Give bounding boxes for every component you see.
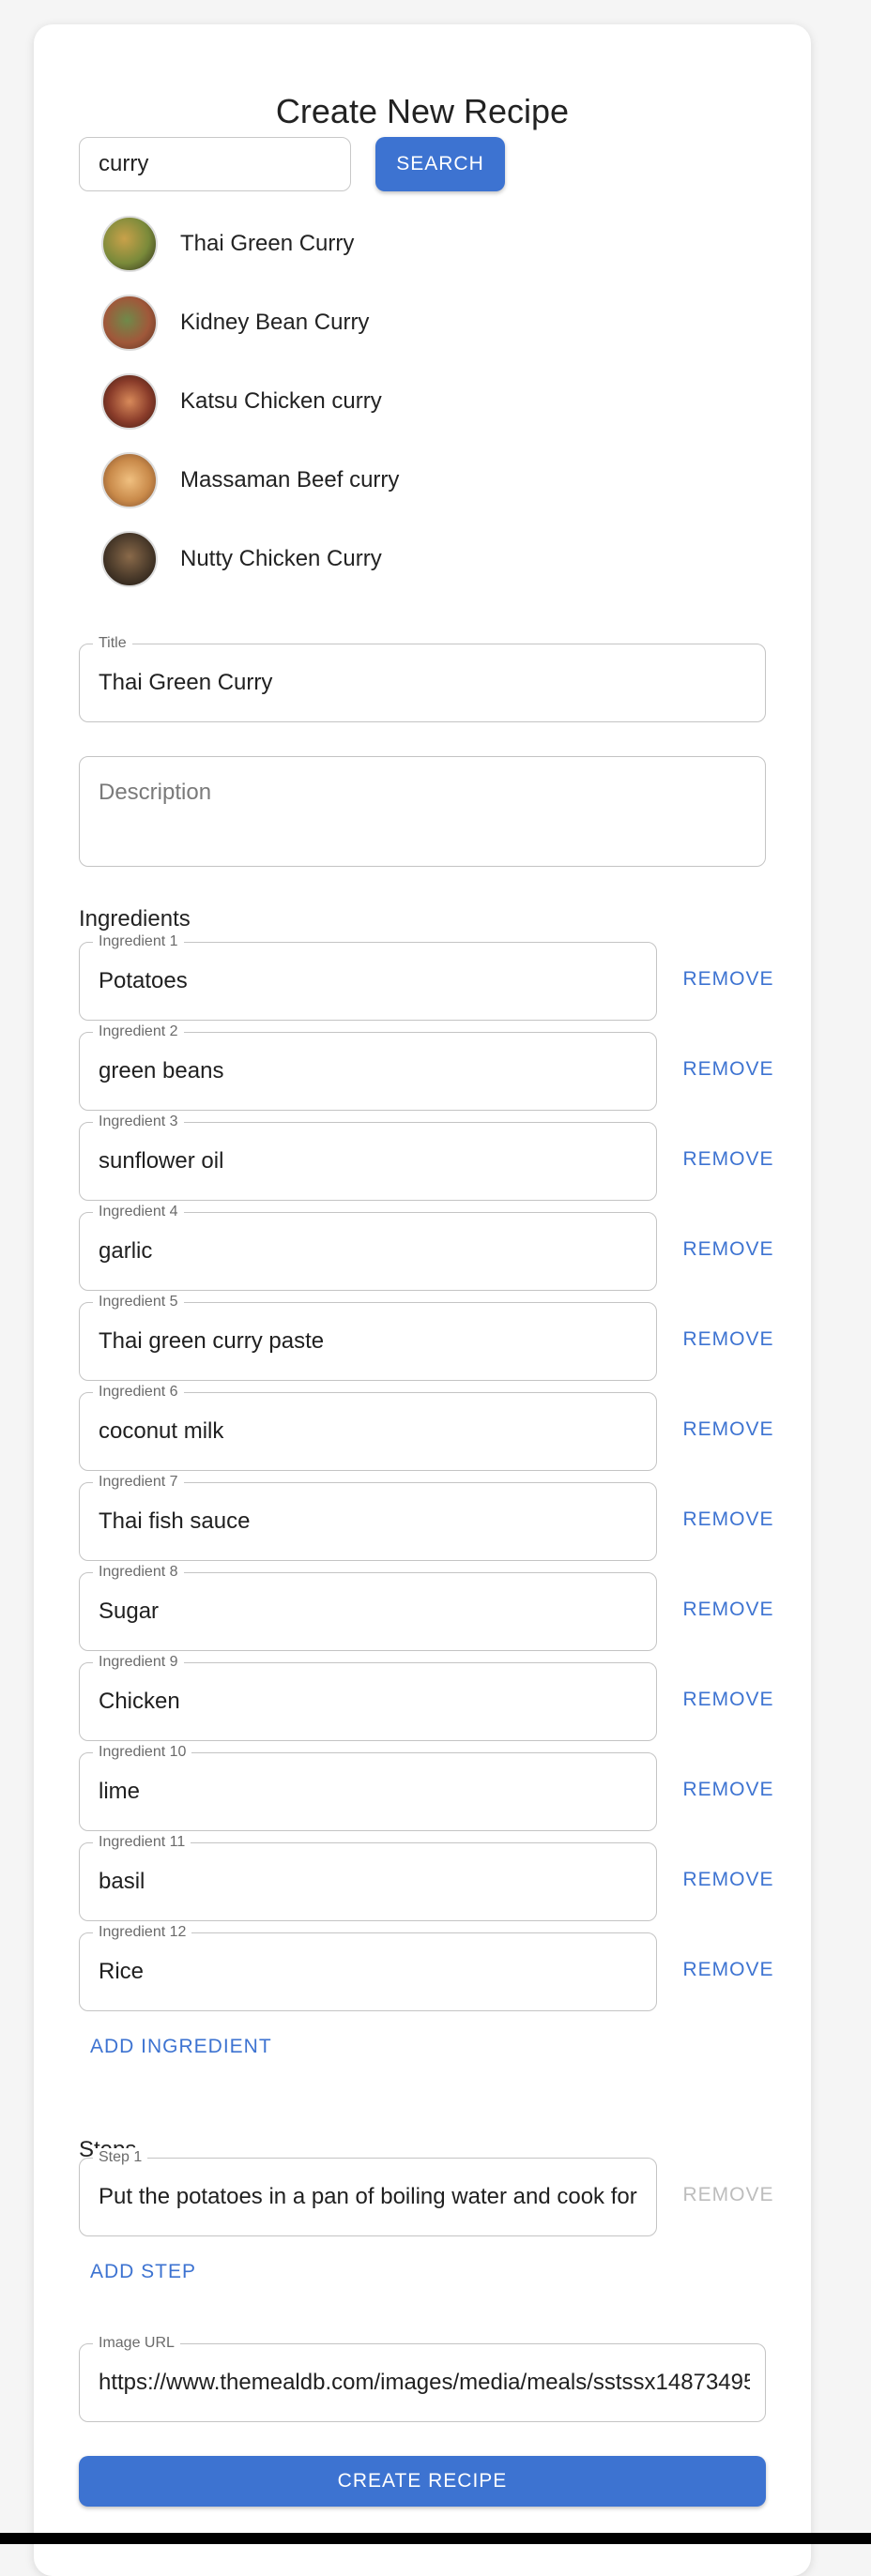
- ingredient-field[interactable]: Ingredient 9 Chicken: [79, 1653, 657, 1741]
- ingredient-field-value: Rice: [99, 1959, 145, 1984]
- recipe-thumbnail: [101, 216, 158, 272]
- ingredient-field-label: Ingredient 10: [93, 1743, 192, 1762]
- add-ingredient-button[interactable]: ADD INGREDIENT: [90, 2036, 272, 2058]
- ingredient-field[interactable]: Ingredient 1 Potatoes: [79, 932, 657, 1021]
- ingredient-field[interactable]: Ingredient 11 basil: [79, 1833, 657, 1921]
- page-title: Create New Recipe: [275, 92, 570, 130]
- ingredient-field[interactable]: Ingredient 3 sunflower oil: [79, 1113, 657, 1201]
- step-field-label: Step 1: [93, 2148, 148, 2167]
- remove-ingredient-button[interactable]: REMOVE: [672, 1418, 785, 1441]
- description-field[interactable]: Description: [79, 756, 766, 867]
- search-result-label: Thai Green Curry: [180, 231, 355, 256]
- ingredient-field-label: Ingredient 9: [93, 1653, 184, 1672]
- step-field[interactable]: Step 1 Put the potatoes in a pan of boil…: [79, 2148, 657, 2236]
- title-field-value: Thai Green Curry: [99, 670, 273, 695]
- ingredient-field[interactable]: Ingredient 4 garlic: [79, 1203, 657, 1291]
- search-result-item[interactable]: Thai Green Curry: [101, 215, 571, 273]
- remove-ingredient-button[interactable]: REMOVE: [672, 1148, 785, 1171]
- add-step-button[interactable]: ADD STEP: [90, 2261, 196, 2283]
- ingredient-field-label: Ingredient 2: [93, 1023, 184, 1041]
- ingredient-field-label: Ingredient 8: [93, 1563, 184, 1582]
- remove-ingredient-button[interactable]: REMOVE: [672, 1689, 785, 1711]
- ingredient-field-value: Thai green curry paste: [99, 1328, 325, 1354]
- ingredient-field[interactable]: Ingredient 12 Rice: [79, 1923, 657, 2011]
- image-url-field-label: Image URL: [93, 2334, 180, 2353]
- search-input[interactable]: [79, 137, 351, 191]
- create-recipe-button[interactable]: CREATE RECIPE: [79, 2456, 766, 2507]
- recipe-thumbnail: [101, 373, 158, 430]
- ingredient-field-label: Ingredient 3: [93, 1113, 184, 1131]
- ingredient-field-value: green beans: [99, 1058, 224, 1083]
- remove-ingredient-button[interactable]: REMOVE: [672, 1869, 785, 1891]
- search-button[interactable]: SEARCH: [375, 137, 505, 191]
- ingredient-field-value: Thai fish sauce: [99, 1508, 251, 1534]
- ingredient-field-value: Sugar: [99, 1599, 160, 1624]
- remove-ingredient-button[interactable]: REMOVE: [672, 1328, 785, 1351]
- search-result-item[interactable]: Massaman Beef curry: [101, 451, 571, 509]
- ingredients-heading: Ingredients: [79, 906, 191, 932]
- ingredient-field-value: basil: [99, 1869, 145, 1894]
- ingredient-field-label: Ingredient 12: [93, 1923, 192, 1942]
- remove-ingredient-button[interactable]: REMOVE: [672, 1508, 785, 1531]
- step-field-value: Put the potatoes in a pan of boiling wat…: [99, 2184, 641, 2209]
- ingredient-field-label: Ingredient 4: [93, 1203, 184, 1221]
- remove-ingredient-button[interactable]: REMOVE: [672, 968, 785, 991]
- remove-ingredient-button[interactable]: REMOVE: [672, 1058, 785, 1081]
- search-result-label: Kidney Bean Curry: [180, 310, 370, 335]
- ingredient-field-label: Ingredient 7: [93, 1473, 184, 1492]
- ingredient-field-value: Potatoes: [99, 968, 188, 993]
- ingredient-field-value: lime: [99, 1779, 141, 1804]
- ingredient-field-value: sunflower oil: [99, 1148, 224, 1174]
- search-result-item[interactable]: Nutty Chicken Curry: [101, 530, 571, 588]
- remove-ingredient-button[interactable]: REMOVE: [672, 1959, 785, 1981]
- ingredient-field[interactable]: Ingredient 5 Thai green curry paste: [79, 1293, 657, 1381]
- description-placeholder: Description: [99, 780, 212, 805]
- search-result-item[interactable]: Katsu Chicken curry: [101, 372, 571, 431]
- ingredient-field[interactable]: Ingredient 10 lime: [79, 1743, 657, 1831]
- ingredient-field-value: garlic: [99, 1238, 153, 1264]
- image-url-field-value: https://www.themealdb.com/images/media/m…: [99, 2370, 750, 2395]
- ingredient-field-label: Ingredient 11: [93, 1833, 191, 1852]
- ingredient-field-value: Chicken: [99, 1689, 180, 1714]
- remove-ingredient-button[interactable]: REMOVE: [672, 1599, 785, 1621]
- recipe-thumbnail: [101, 452, 158, 508]
- search-result-label: Katsu Chicken curry: [180, 388, 382, 414]
- recipe-form-card: Create New Recipe SEARCH Thai Green Curr…: [34, 24, 811, 2576]
- recipe-thumbnail: [101, 295, 158, 351]
- search-result-item[interactable]: Kidney Bean Curry: [101, 294, 571, 352]
- search-result-label: Nutty Chicken Curry: [180, 546, 382, 571]
- image-url-field[interactable]: Image URL https://www.themealdb.com/imag…: [79, 2334, 766, 2422]
- bottom-edge-bar: [0, 2533, 871, 2544]
- ingredient-field-label: Ingredient 5: [93, 1293, 184, 1311]
- ingredient-field-value: coconut milk: [99, 1418, 224, 1444]
- title-field[interactable]: Title Thai Green Curry: [79, 634, 766, 722]
- ingredient-field-label: Ingredient 1: [93, 932, 184, 951]
- recipe-thumbnail: [101, 531, 158, 587]
- ingredient-field[interactable]: Ingredient 8 Sugar: [79, 1563, 657, 1651]
- ingredient-field[interactable]: Ingredient 2 green beans: [79, 1023, 657, 1111]
- remove-ingredient-button[interactable]: REMOVE: [672, 1238, 785, 1261]
- remove-step-button[interactable]: REMOVE: [672, 2184, 785, 2206]
- ingredient-field[interactable]: Ingredient 7 Thai fish sauce: [79, 1473, 657, 1561]
- ingredient-field-label: Ingredient 6: [93, 1383, 184, 1402]
- title-field-label: Title: [93, 634, 132, 653]
- ingredient-field[interactable]: Ingredient 6 coconut milk: [79, 1383, 657, 1471]
- search-result-label: Massaman Beef curry: [180, 467, 400, 492]
- remove-ingredient-button[interactable]: REMOVE: [672, 1779, 785, 1801]
